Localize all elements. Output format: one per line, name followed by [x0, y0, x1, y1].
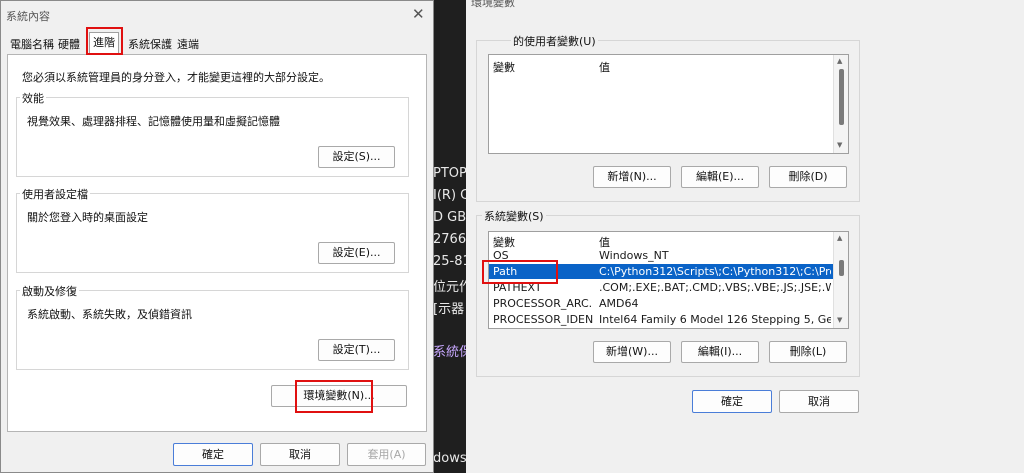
tab-panel: 您必須以系統管理員的身分登入，才能變更這裡的大部分設定。 視覺效果、處理器排程、…: [7, 54, 427, 432]
cancel-button[interactable]: 取消: [260, 443, 340, 466]
profiles-group: 關於您登入時的桌面設定 設定(E)...: [16, 193, 409, 273]
env-cancel-button[interactable]: 取消: [779, 390, 859, 413]
variable-name-cell: PROCESSOR_ARC...: [493, 297, 593, 310]
tab-computer-name[interactable]: 電腦名稱: [7, 35, 57, 54]
env-ok-button[interactable]: 確定: [692, 390, 772, 413]
user-table-scrollbar[interactable]: ▲ ▼: [833, 55, 848, 153]
performance-desc: 視覺效果、處理器排程、記憶體使用量和虛擬記憶體: [27, 115, 280, 128]
scroll-up-icon[interactable]: ▲: [837, 57, 842, 65]
system-edit-button[interactable]: 編輯(I)...: [681, 341, 759, 363]
admin-note: 您必須以系統管理員的身分登入，才能變更這裡的大部分設定。: [22, 71, 330, 84]
variable-name-cell: OS: [493, 249, 509, 262]
startup-settings-button[interactable]: 設定(T)...: [318, 339, 395, 361]
table-row[interactable]: OS Windows_NT: [489, 248, 833, 263]
startup-label: 啟動及修復: [20, 283, 79, 299]
system-delete-button[interactable]: 刪除(L): [769, 341, 847, 363]
variable-value-cell: AMD64: [599, 297, 639, 310]
tab-advanced[interactable]: 進階: [89, 32, 119, 55]
table-row[interactable]: PATHEXT .COM;.EXE;.BAT;.CMD;.VBS;.VBE;.JS…: [489, 280, 833, 295]
environment-variables-button[interactable]: 環境變數(N)...: [271, 385, 407, 407]
tab-remote[interactable]: 遠端: [174, 35, 202, 54]
scroll-down-icon[interactable]: ▼: [837, 316, 842, 324]
user-variables-group: 變數 值 ▲ ▼ 新增(N)... 編輯(E)... 刪除(D): [476, 40, 860, 202]
close-icon[interactable]: ✕: [412, 7, 425, 22]
table-row[interactable]: PROCESSOR_ARC... AMD64: [489, 296, 833, 311]
scroll-down-icon[interactable]: ▼: [837, 141, 842, 149]
user-edit-button[interactable]: 編輯(E)...: [681, 166, 759, 188]
profiles-desc: 關於您登入時的桌面設定: [27, 211, 148, 224]
scroll-up-icon[interactable]: ▲: [837, 234, 842, 242]
user-new-button[interactable]: 新增(N)...: [593, 166, 671, 188]
bg-text: I(R) C: [433, 188, 470, 203]
bg-text: dows: [433, 451, 467, 466]
system-variables-table[interactable]: 變數 值 OS Windows_NT Path C:\Python312\Script…: [488, 231, 849, 329]
system-properties-dialog: 系統內容 ✕ 電腦名稱 硬體 進階 系統保護 遠端 您必須以系統管理員的身分登入…: [0, 0, 434, 473]
system-table-scrollbar[interactable]: ▲ ▼: [833, 232, 848, 328]
apply-button[interactable]: 套用(A): [347, 443, 426, 466]
startup-desc: 系統啟動、系統失敗，及偵錯資訊: [27, 308, 192, 321]
tab-system-protection[interactable]: 系統保護: [125, 35, 175, 54]
variable-name-cell: PROCESSOR_IDEN...: [493, 313, 593, 326]
system-new-button[interactable]: 新增(W)...: [593, 341, 671, 363]
tab-hardware[interactable]: 硬體: [55, 35, 83, 54]
environment-variables-dialog: 環境變數 變數 值 ▲ ▼ 新增(N)... 編輯(E)... 刪除(D) 的使…: [466, 0, 1024, 473]
user-delete-button[interactable]: 刪除(D): [769, 166, 847, 188]
col-header-value: 值: [599, 61, 610, 74]
user-section-label: 的使用者變數(U): [511, 33, 598, 49]
system-variables-group: 變數 值 OS Windows_NT Path C:\Python312\Script…: [476, 215, 860, 377]
dialog-title: 環境變數: [471, 0, 515, 9]
ok-button[interactable]: 確定: [173, 443, 253, 466]
profiles-label: 使用者設定檔: [20, 186, 90, 202]
startup-group: 系統啟動、系統失敗，及偵錯資訊 設定(T)...: [16, 290, 409, 370]
scroll-thumb[interactable]: [839, 69, 844, 125]
system-section-label: 系統變數(S): [482, 208, 546, 224]
profiles-settings-button[interactable]: 設定(E)...: [318, 242, 395, 264]
table-row[interactable]: Path C:\Python312\Scripts\;C:\Python312\;…: [489, 264, 833, 279]
table-row[interactable]: PROCESSOR_IDEN... Intel64 Family 6 Model …: [489, 312, 833, 327]
variable-value-cell: Intel64 Family 6 Model 126 Stepping 5, G…: [599, 313, 831, 326]
performance-label: 效能: [20, 90, 46, 106]
variable-value-cell: C:\Python312\Scripts\;C:\Python312\;C:\P…: [599, 265, 831, 278]
user-variables-table[interactable]: 變數 值 ▲ ▼: [488, 54, 849, 154]
variable-value-cell: Windows_NT: [599, 249, 669, 262]
dialog-title: 系統內容: [6, 10, 50, 23]
variable-value-cell: .COM;.EXE;.BAT;.CMD;.VBS;.VBE;.JS;.JSE;.…: [599, 281, 831, 294]
variable-name-cell: Path: [493, 265, 518, 278]
scroll-thumb[interactable]: [839, 260, 844, 276]
bg-text: [示器: [433, 302, 465, 317]
col-header-variable: 變數: [493, 61, 515, 74]
variable-name-cell: PATHEXT: [493, 281, 542, 294]
performance-group: 視覺效果、處理器排程、記憶體使用量和虛擬記憶體 設定(S)...: [16, 97, 409, 177]
performance-settings-button[interactable]: 設定(S)...: [318, 146, 395, 168]
